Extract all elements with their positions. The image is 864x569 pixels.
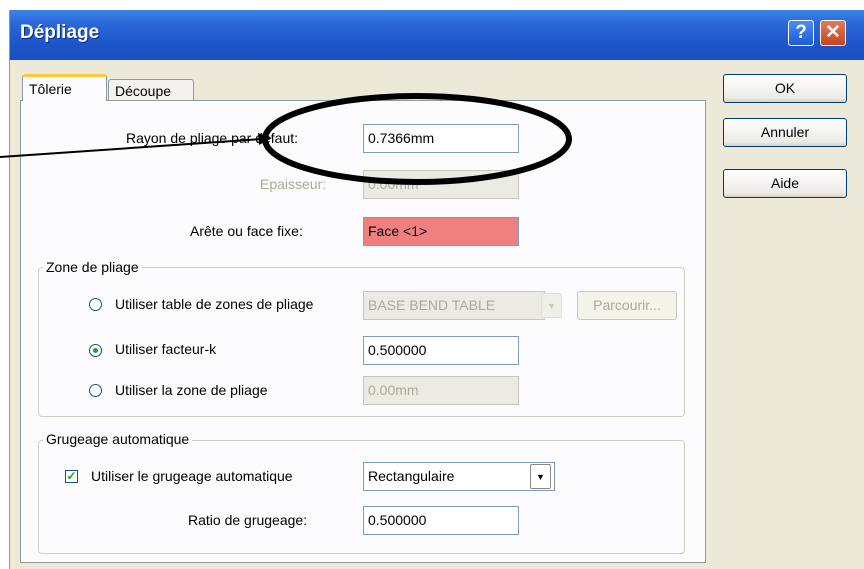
tab-tolerie-label: Tôlerie	[29, 81, 72, 97]
annotation-overlay	[0, 93, 572, 185]
highlight-ellipse	[262, 93, 572, 185]
annotation-arrow-line	[0, 138, 263, 158]
tab-tolerie[interactable]: Tôlerie	[22, 74, 107, 101]
